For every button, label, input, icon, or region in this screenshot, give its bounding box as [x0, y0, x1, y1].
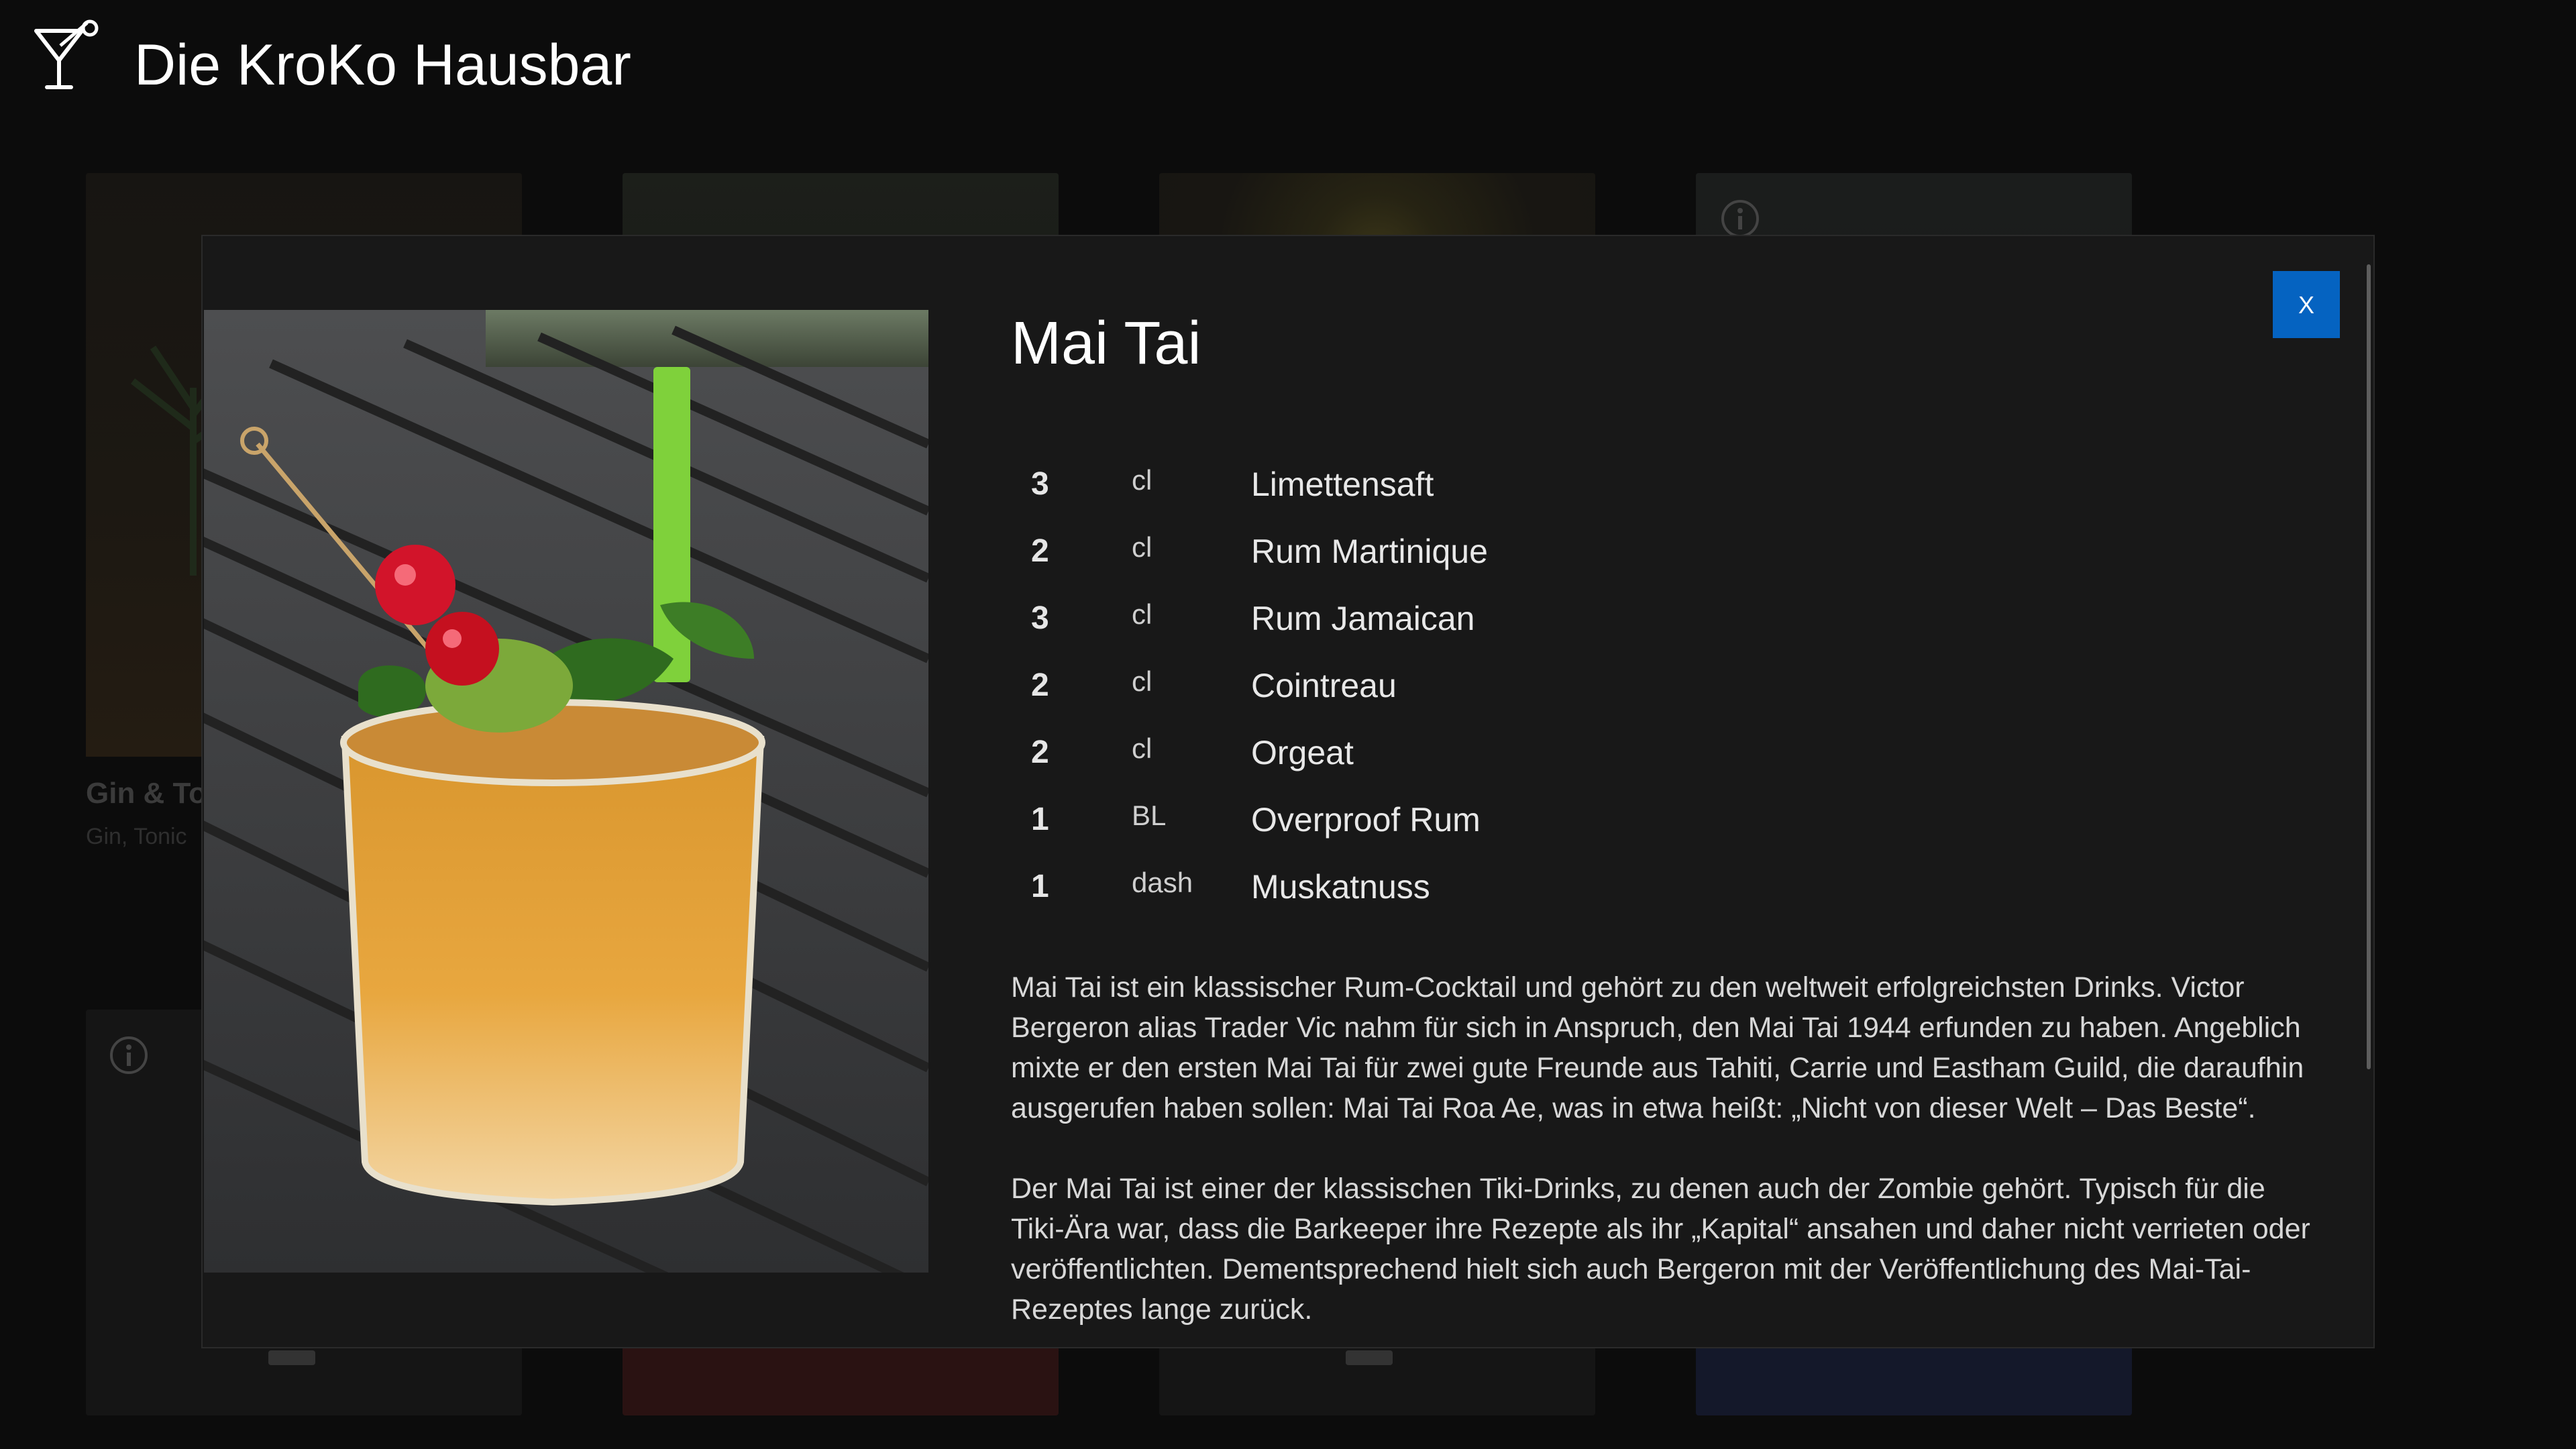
glass-base-shape — [268, 1350, 315, 1365]
ingredient-row: 1 dash Muskatnuss — [1011, 853, 2326, 920]
ingredient-amount: 2 — [1031, 533, 1049, 569]
ingredient-unit: cl — [1132, 733, 1152, 764]
ingredient-unit: cl — [1132, 598, 1152, 630]
ingredient-unit: cl — [1132, 531, 1152, 563]
ingredient-row: 1 BL Overproof Rum — [1011, 786, 2326, 853]
ingredient-name: Limettensaft — [1251, 466, 1434, 503]
ingredient-unit: cl — [1132, 464, 1152, 496]
info-icon[interactable] — [109, 1035, 149, 1075]
description-paragraph: Mai Tai ist ein klassischer Rum-Cocktail… — [1011, 971, 2304, 1124]
ingredient-name: Cointreau — [1251, 667, 1397, 704]
drink-title: Mai Tai — [1011, 310, 1201, 377]
ingredient-amount: 2 — [1031, 735, 1049, 770]
ingredient-amount: 3 — [1031, 600, 1049, 636]
ingredient-amount: 3 — [1031, 466, 1049, 502]
drink-description: Mai Tai ist ein klassischer Rum-Cocktail… — [1011, 967, 2326, 1330]
ingredient-row: 3 cl Limettensaft — [1011, 451, 2326, 518]
ingredient-amount: 1 — [1031, 869, 1049, 904]
ingredient-name: Rum Jamaican — [1251, 600, 1475, 637]
glass-base-shape — [1346, 1350, 1393, 1365]
ingredient-unit: dash — [1132, 867, 1193, 898]
ingredient-list: 3 cl Limettensaft 2 cl Rum Martinique 3 … — [1011, 451, 2326, 920]
ingredient-amount: 2 — [1031, 667, 1049, 703]
ingredient-name: Orgeat — [1251, 734, 1354, 771]
drink-detail-dialog: X Mai Tai 3 cl Limettensaft 2 cl Rum Mar… — [201, 235, 2375, 1348]
ingredient-name: Overproof Rum — [1251, 801, 1481, 839]
card-title: Gin & To — [86, 777, 207, 810]
ingredient-unit: cl — [1132, 665, 1152, 697]
ingredient-name: Rum Martinique — [1251, 533, 1488, 570]
drink-details: Mai Tai 3 cl Limettensaft 2 cl Rum Marti… — [1011, 300, 2326, 1347]
drink-photo — [204, 310, 928, 1273]
ingredient-name: Muskatnuss — [1251, 868, 1430, 906]
ingredient-row: 2 cl Cointreau — [1011, 652, 2326, 719]
ingredient-row: 3 cl Rum Jamaican — [1011, 585, 2326, 652]
description-paragraph: Der Mai Tai ist einer der klassischen Ti… — [1011, 1173, 2310, 1326]
ingredient-row: 2 cl Rum Martinique — [1011, 518, 2326, 585]
ingredient-unit: BL — [1132, 800, 1167, 831]
card-subtitle: Gin, Tonic — [86, 824, 187, 849]
info-icon[interactable] — [1720, 199, 1760, 239]
dialog-scrollbar[interactable] — [2367, 264, 2371, 1069]
ingredient-row: 2 cl Orgeat — [1011, 719, 2326, 786]
ingredient-amount: 1 — [1031, 802, 1049, 837]
